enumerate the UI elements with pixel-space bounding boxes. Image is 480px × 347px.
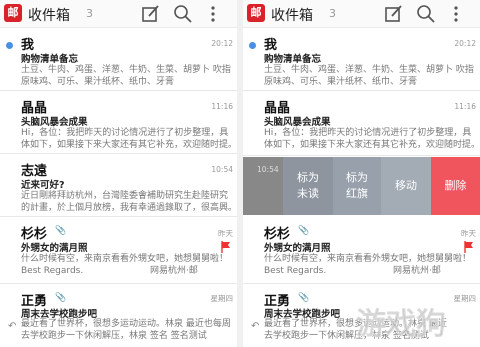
inbox-title: 收件箱 [28, 8, 70, 24]
left-screen: 邮 收件箱 3 我 20:12 购物清单备忘 土豆、牛肉、鸡蛋、洋葱、牛奶、生菜… [0, 0, 237, 347]
compose-button[interactable] [383, 3, 405, 25]
right-screen: 邮 收件箱 3 我 20:12 购物清单备忘 土豆、牛肉、鸡蛋、洋葱、牛奶、生菜… [243, 0, 480, 347]
search-button[interactable] [172, 3, 194, 25]
move-label: 移动 [395, 179, 417, 192]
mail-item[interactable]: 志遠 10:54 近来可好? 近日剛將拜訪杭州，台灣陸委會補助研究生赴陸研究 的… [0, 155, 237, 217]
inbox-title: 收件箱 [271, 8, 313, 24]
mail-time: 星期四 [210, 294, 234, 303]
mail-subject: 购物清单备忘 [21, 54, 79, 65]
attachment-icon: 📎 [55, 293, 67, 303]
mark-red-flag-button[interactable]: 标为 红旗 [333, 157, 381, 215]
search-button[interactable] [415, 3, 437, 25]
unread-indicator [249, 42, 256, 49]
mail-subject: 购物清单备忘 [264, 54, 322, 65]
search-icon [174, 5, 192, 23]
mail-time: 11:16 [454, 102, 476, 111]
mail-subject: 近来可好? [21, 180, 65, 191]
replied-icon: ↶ [251, 321, 260, 332]
replied-icon: ↶ [8, 321, 17, 332]
red-flag-icon [464, 241, 473, 253]
more-vertical-icon [454, 6, 458, 22]
mail-item[interactable]: 晶晶 11:16 头脑风暴会成果 Hi，各位：我把昨天的讨论情况进行了初步整理，… [243, 92, 480, 156]
mail-time: 昨天 [461, 229, 476, 238]
red-flag-icon [221, 241, 230, 253]
mail-item[interactable]: 杉杉 📎 昨天 外甥女的满月照 什么时候有空，来南京看看外甥女吧，她想舅舅啦！ … [0, 218, 237, 284]
more-button[interactable] [205, 3, 221, 25]
inbox-unread-count: 3 [86, 7, 93, 20]
watermark-logo: 游戏狗 [352, 300, 478, 345]
delete-button[interactable]: 删除 [431, 157, 480, 215]
mail-item[interactable]: 晶晶 11:16 头脑风暴会成果 Hi，各位：我把昨天的讨论情况进行了初步整理，… [0, 92, 237, 154]
mail-item[interactable]: 杉杉 📎 昨天 外甥女的满月照 什么时候有空，来南京看看外甥女吧，她想舅舅啦！ … [243, 218, 480, 284]
inbox-unread-count: 3 [329, 7, 336, 20]
mail-preview-line: 原味鸡、可乐、果汁纸杯、纸巾、牙膏 [264, 77, 418, 87]
mail-preview-line: 网易杭州·邮 [150, 266, 198, 276]
mail-time: 10:54 [211, 165, 233, 174]
mark-red-flag-label-2: 红旗 [346, 187, 368, 200]
mark-unread-label-1: 标为 [297, 171, 319, 184]
mark-red-flag-label-1: 标为 [346, 171, 368, 184]
more-button[interactable] [448, 3, 464, 25]
mail-preview-line: Best Regards. [264, 266, 327, 276]
mail-subject: 外甥女的满月照 [21, 243, 88, 254]
mail-subject: 头脑风暴会成果 [21, 117, 88, 128]
watermark-graphic: 游戏狗 [356, 307, 447, 343]
move-button[interactable]: 移动 [381, 157, 431, 215]
mail-time: 20:12 [211, 39, 233, 48]
attachment-icon: 📎 [298, 293, 310, 303]
delete-label: 删除 [444, 179, 467, 192]
mail-time: 昨天 [218, 229, 233, 238]
mark-unread-button[interactable]: 标为 未读 [283, 157, 333, 215]
swipe-action-bar: 10:54 标为 未读 标为 红旗 移动 删除 [243, 157, 480, 215]
attachment-icon: 📎 [55, 226, 67, 236]
mail-preview-line: 体如下，如果接下来大家还有其它补充，欢迎随时提。 [264, 140, 474, 150]
compose-icon [142, 5, 159, 22]
top-bar: 邮 收件箱 3 [0, 0, 237, 28]
attachment-icon: 📎 [298, 226, 310, 236]
mark-unread-label-2: 未读 [297, 187, 319, 200]
compose-icon [385, 5, 402, 22]
mail-subject: 头脑风暴会成果 [264, 117, 331, 128]
mail-time: 20:12 [454, 39, 476, 48]
mail-preview-line: 网易杭州·邮 [393, 266, 441, 276]
mail-preview-line: Best Regards. [21, 266, 84, 276]
mail-item[interactable]: 我 20:12 购物清单备忘 土豆、牛肉、鸡蛋、洋葱、牛奶、生菜、胡萝卜 吹指 … [243, 29, 480, 91]
watermark-text: 游戏狗 [356, 307, 446, 342]
top-bar: 邮 收件箱 3 [243, 0, 480, 28]
mail-preview-line: 去学校跑步一下休闲解压，林泉 签名 签名测试 [21, 331, 207, 341]
more-vertical-icon [211, 6, 215, 22]
search-icon [417, 5, 435, 23]
compose-button[interactable] [140, 3, 162, 25]
mail-time: 10:54 [257, 165, 279, 174]
mail-preview-line: 体如下，如果接下来大家还有其它补充，欢迎随时提。 [21, 140, 231, 150]
app-logo: 邮 [247, 4, 265, 22]
mail-item[interactable]: 正勇 📎 星期四 ↶ 周末去学校跑步吧 最近看了世界杯，很想多运动运动。林泉 最… [0, 285, 237, 347]
mail-time: 11:16 [211, 102, 233, 111]
app-logo: 邮 [4, 4, 22, 22]
unread-indicator [6, 42, 13, 49]
mail-item[interactable]: 我 20:12 购物清单备忘 土豆、牛肉、鸡蛋、洋葱、牛奶、生菜、胡萝卜 吹指 … [0, 29, 237, 91]
mail-preview-line: 原味鸡、可乐、果汁纸杯、纸巾、牙膏 [21, 77, 175, 87]
mail-preview-line: 的計畫，於上個月放榜，我有幸通過錄取了，很高興。 [21, 203, 231, 213]
mail-subject: 外甥女的满月照 [264, 243, 331, 254]
